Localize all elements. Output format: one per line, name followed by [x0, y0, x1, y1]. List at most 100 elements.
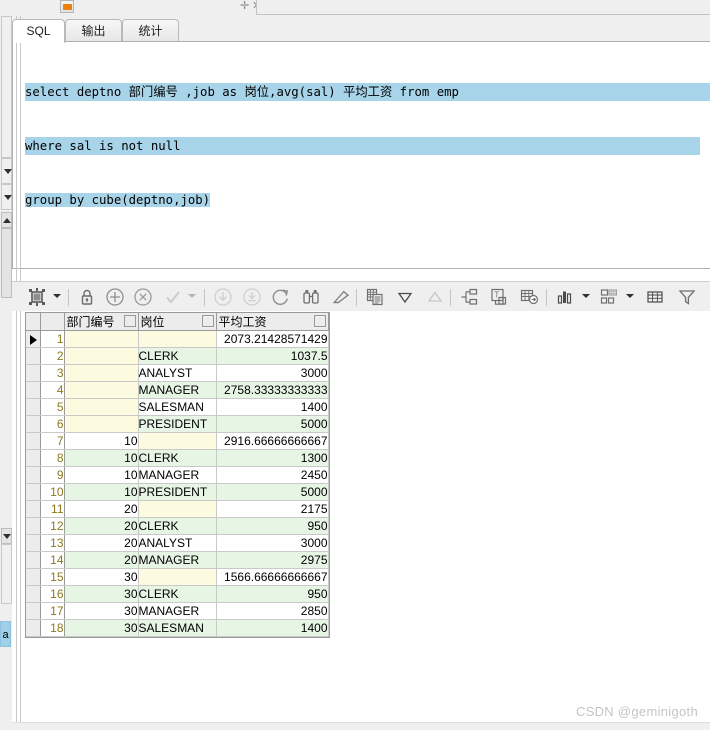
table-row[interactable]: 15 30 1566.66666666667	[26, 568, 329, 586]
cell-job[interactable]: CLERK	[138, 517, 217, 535]
cell-deptno[interactable]: 10	[64, 466, 139, 484]
row-marker[interactable]	[26, 517, 41, 535]
cell-sal[interactable]: 5000	[216, 483, 329, 501]
table-row[interactable]: 18 30 SALESMAN 1400	[26, 619, 329, 637]
cell-job[interactable]: MANAGER	[138, 602, 217, 620]
scroll-down-button[interactable]	[1, 528, 12, 544]
cell-deptno[interactable]: 30	[64, 602, 139, 620]
cell-deptno[interactable]	[64, 381, 139, 399]
cell-job[interactable]: MANAGER	[138, 381, 217, 399]
table-row[interactable]: 9 10 MANAGER 2450	[26, 466, 329, 484]
cell-deptno[interactable]: 30	[64, 568, 139, 586]
copy-grid-icon[interactable]	[364, 286, 386, 308]
row-marker[interactable]	[26, 483, 41, 501]
refresh-icon[interactable]	[270, 286, 292, 308]
pin-icon[interactable]: ✛	[240, 1, 249, 12]
transpose-icon[interactable]: T	[488, 286, 510, 308]
row-marker[interactable]	[26, 347, 41, 365]
scroll-up-button[interactable]	[1, 212, 12, 228]
table-row[interactable]: 2 CLERK 1037.5	[26, 347, 329, 365]
row-marker[interactable]	[26, 500, 41, 518]
cell-job[interactable]	[138, 500, 217, 518]
tab-sql[interactable]: SQL	[12, 19, 65, 43]
cell-sal[interactable]: 950	[216, 585, 329, 603]
table-row[interactable]: 4 MANAGER 2758.33333333333	[26, 381, 329, 399]
cell-sal[interactable]: 1566.66666666667	[216, 568, 329, 586]
cell-sal[interactable]: 950	[216, 517, 329, 535]
chart-dropdown-icon[interactable]	[582, 294, 590, 298]
cell-deptno[interactable]: 20	[64, 517, 139, 535]
add-record-icon[interactable]	[104, 286, 126, 308]
row-marker[interactable]	[26, 432, 41, 450]
cell-job[interactable]: SALESMAN	[138, 619, 217, 637]
table-row[interactable]: 17 30 MANAGER 2850	[26, 602, 329, 620]
cell-sal[interactable]: 1300	[216, 449, 329, 467]
table-row[interactable]: 8 10 CLERK 1300	[26, 449, 329, 467]
table-row[interactable]: 6 PRESIDENT 5000	[26, 415, 329, 433]
column-header-deptno[interactable]: 部门编号	[64, 313, 139, 331]
cell-deptno[interactable]: 30	[64, 585, 139, 603]
sql-editor-pane[interactable]: select deptno 部门编号 ,job as 岗位,avg(sal) 平…	[12, 41, 710, 269]
cell-sal[interactable]: 1400	[216, 398, 329, 416]
cell-job[interactable]: SALESMAN	[138, 398, 217, 416]
cell-sal[interactable]: 2850	[216, 602, 329, 620]
column-filter-button-job[interactable]	[201, 315, 214, 327]
tab-statistics[interactable]: 统计	[122, 19, 179, 42]
sort-descending-icon[interactable]	[394, 286, 416, 308]
column-filter-button-sal[interactable]	[313, 315, 326, 327]
cell-sal[interactable]: 2758.33333333333	[216, 381, 329, 399]
table-row[interactable]: 1 2073.21428571429	[26, 330, 329, 348]
cell-deptno[interactable]	[64, 415, 139, 433]
layout-icon[interactable]	[598, 286, 620, 308]
row-marker[interactable]	[26, 568, 41, 586]
cell-job[interactable]: CLERK	[138, 449, 217, 467]
row-marker[interactable]	[26, 449, 41, 467]
cell-deptno[interactable]	[64, 347, 139, 365]
single-record-view-dropdown-icon[interactable]	[53, 294, 61, 298]
cell-job[interactable]: ANALYST	[138, 534, 217, 552]
lock-icon[interactable]	[76, 286, 98, 308]
eraser-clear-icon[interactable]	[330, 286, 352, 308]
table-row[interactable]: 7 10 2916.66666666667	[26, 432, 329, 450]
column-header-job[interactable]: 岗位	[138, 313, 217, 331]
cell-job[interactable]	[138, 330, 217, 348]
cell-job[interactable]: MANAGER	[138, 551, 217, 569]
cell-job[interactable]: CLERK	[138, 585, 217, 603]
cell-sal[interactable]: 2175	[216, 500, 329, 518]
cell-deptno[interactable]: 30	[64, 619, 139, 637]
cell-sal[interactable]: 2975	[216, 551, 329, 569]
cell-deptno[interactable]: 10	[64, 449, 139, 467]
row-marker[interactable]	[26, 551, 41, 569]
cell-job[interactable]: PRESIDENT	[138, 415, 217, 433]
scrollbar-thumb[interactable]	[1, 228, 12, 298]
cell-job[interactable]	[138, 568, 217, 586]
results-grid[interactable]: 部门编号 岗位 平均工资 1 2073.21428571429 2 CLERK 1037…	[25, 312, 330, 638]
left-collapse-box-1[interactable]	[1, 158, 12, 184]
row-marker[interactable]	[26, 585, 41, 603]
cell-deptno[interactable]: 20	[64, 534, 139, 552]
cell-job[interactable]: CLERK	[138, 347, 217, 365]
row-marker[interactable]	[26, 330, 41, 348]
delete-record-icon[interactable]	[132, 286, 154, 308]
group-tree-icon[interactable]	[458, 286, 480, 308]
binoculars-search-icon[interactable]	[300, 286, 322, 308]
tab-output[interactable]: 输出	[65, 19, 122, 42]
cell-deptno[interactable]	[64, 398, 139, 416]
table-view-icon[interactable]	[644, 286, 666, 308]
left-collapse-box-2[interactable]	[1, 184, 12, 210]
filter-icon[interactable]	[676, 286, 698, 308]
table-row[interactable]: 16 30 CLERK 950	[26, 585, 329, 603]
cell-deptno[interactable]: 20	[64, 500, 139, 518]
row-marker[interactable]	[26, 602, 41, 620]
cell-sal[interactable]: 2073.21428571429	[216, 330, 329, 348]
row-marker[interactable]	[26, 398, 41, 416]
cell-job[interactable]: MANAGER	[138, 466, 217, 484]
cell-deptno[interactable]: 10	[64, 483, 139, 501]
table-row[interactable]: 11 20 2175	[26, 500, 329, 518]
sql-editor-text[interactable]: select deptno 部门编号 ,job as 岗位,avg(sal) 平…	[25, 47, 710, 245]
layout-dropdown-icon[interactable]	[626, 294, 634, 298]
cell-sal[interactable]: 1400	[216, 619, 329, 637]
cell-sal[interactable]: 3000	[216, 364, 329, 382]
row-marker[interactable]	[26, 364, 41, 382]
table-row[interactable]: 12 20 CLERK 950	[26, 517, 329, 535]
